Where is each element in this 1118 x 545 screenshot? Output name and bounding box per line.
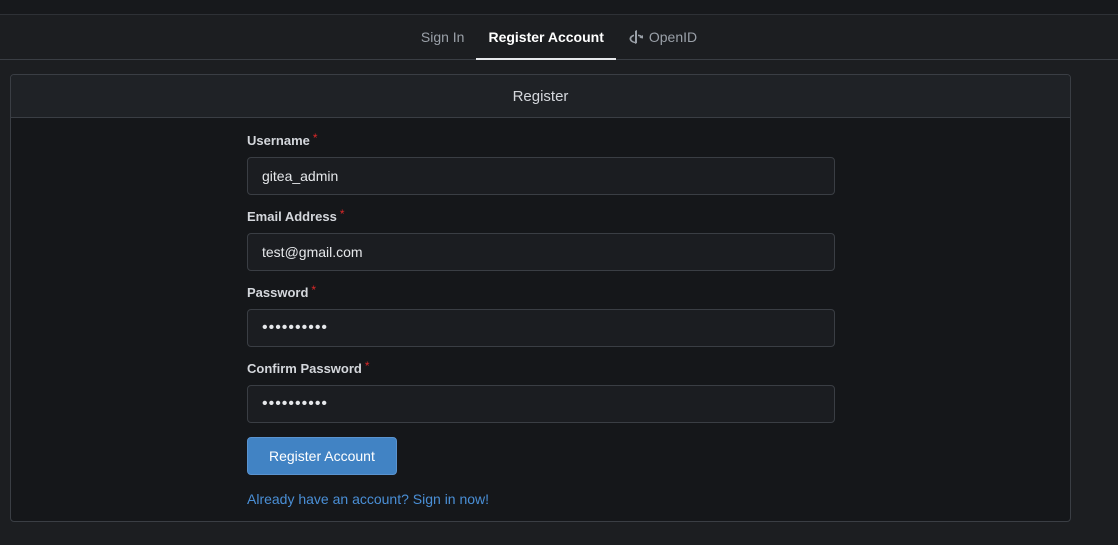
username-label: Username * xyxy=(247,131,835,150)
required-marker: * xyxy=(339,207,345,221)
tab-register-account[interactable]: Register Account xyxy=(476,15,617,60)
email-input[interactable] xyxy=(247,233,835,271)
register-account-button[interactable]: Register Account xyxy=(247,437,397,475)
tab-sign-in[interactable]: Sign In xyxy=(409,15,477,59)
username-input[interactable] xyxy=(247,157,835,195)
email-label-text: Email Address xyxy=(247,209,337,224)
sign-in-link[interactable]: Already have an account? Sign in now! xyxy=(247,491,835,507)
password-label: Password * xyxy=(247,283,835,302)
tab-openid-label: OpenID xyxy=(648,29,698,45)
auth-tabs: Sign In Register Account OpenID xyxy=(0,15,1118,60)
password-input[interactable] xyxy=(247,309,835,347)
tab-sign-in-label: Sign In xyxy=(420,29,465,45)
required-marker: * xyxy=(364,359,370,373)
email-label: Email Address * xyxy=(247,207,835,226)
top-navbar xyxy=(0,0,1118,15)
card-title: Register xyxy=(512,87,569,105)
register-form: Username* Email Address* Password* Confi… xyxy=(247,131,835,507)
username-field-group: Username * xyxy=(247,131,835,195)
password-label-text: Password xyxy=(247,285,309,300)
tab-openid[interactable]: OpenID xyxy=(616,15,709,59)
openid-icon xyxy=(629,30,643,44)
register-card: Register Username* Email Address* Passwo… xyxy=(10,74,1071,522)
confirm-password-label-text: Confirm Password xyxy=(247,361,362,376)
password-field-group: Password * xyxy=(247,283,835,347)
email-field-group: Email Address * xyxy=(247,207,835,271)
card-header: Register xyxy=(11,75,1070,118)
username-label-text: Username xyxy=(247,133,310,148)
confirm-password-field-group: Confirm Password * xyxy=(247,359,835,423)
confirm-password-label: Confirm Password * xyxy=(247,359,835,378)
tab-register-account-label: Register Account xyxy=(488,29,604,45)
confirm-password-input[interactable] xyxy=(247,385,835,423)
required-marker: * xyxy=(312,131,318,145)
required-marker: * xyxy=(311,283,317,297)
